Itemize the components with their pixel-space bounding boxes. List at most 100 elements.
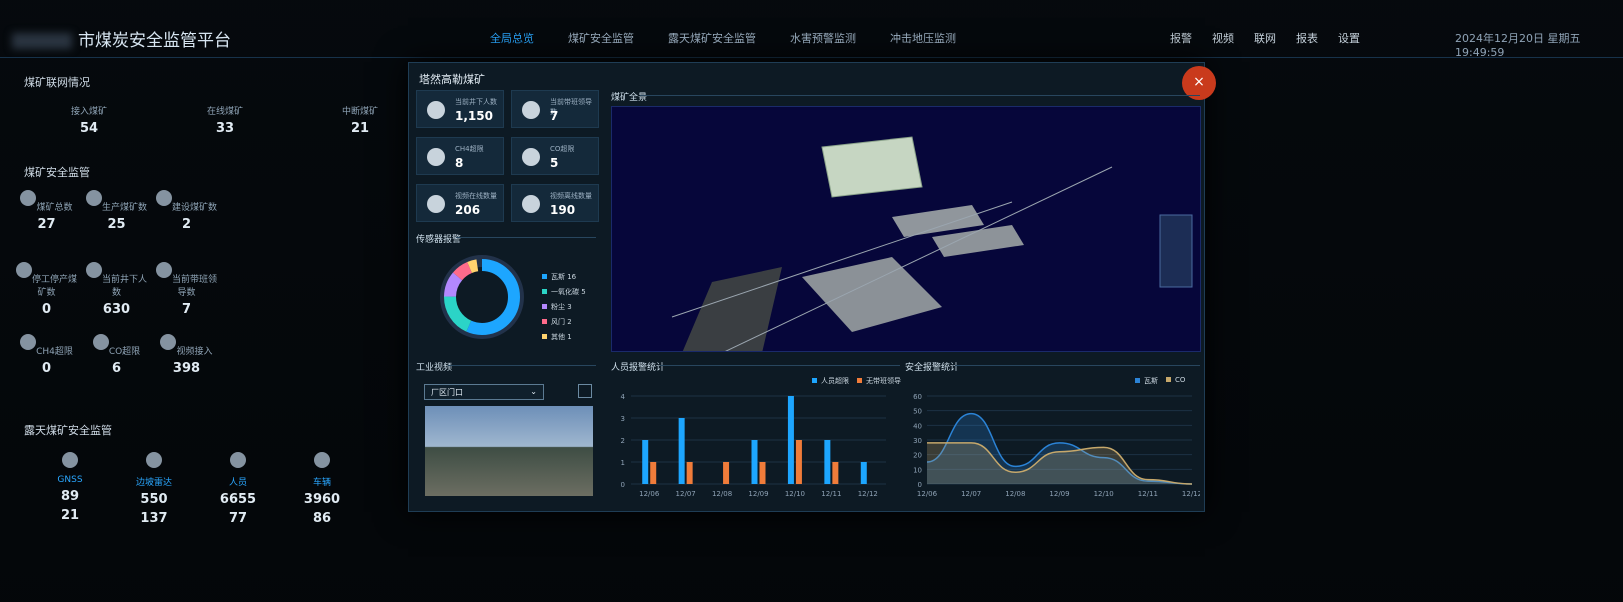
legend-item: 粉尘 3 [542, 302, 586, 312]
y-tick-label: 0 [621, 481, 625, 489]
card-video-offline: 视频离线数量 190 [511, 184, 599, 222]
bar [860, 462, 867, 484]
legend-item: 风门 2 [542, 317, 586, 327]
y-tick-label: 40 [913, 422, 922, 430]
legend-item: 瓦斯 [1135, 376, 1158, 386]
safety-legend: 瓦斯 CO [1135, 376, 1185, 386]
stat-person: 人员 6655 77 [198, 452, 278, 526]
tool-video[interactable]: 视频 [1212, 30, 1234, 46]
stat-stopped: 停工停产煤矿数 0 [14, 262, 79, 317]
top-tools: 报警 视频 联网 报表 设置 [1170, 30, 1360, 46]
stat-underground: 当前井下人数 630 [84, 262, 149, 317]
nav-water[interactable]: 水害预警监测 [790, 30, 856, 46]
people-legend: 人员超限 无带班领导 [812, 376, 901, 386]
bar [723, 462, 730, 484]
bar [795, 440, 802, 484]
y-tick-label: 50 [913, 408, 922, 416]
tool-report[interactable]: 报表 [1296, 30, 1318, 46]
video-feed[interactable] [425, 406, 593, 496]
person-icon [230, 452, 246, 468]
stat-connected: 接入煤矿 54 [70, 107, 107, 136]
bar [759, 462, 766, 484]
tool-alarm[interactable]: 报警 [1170, 30, 1192, 46]
x-tick-label: 12/12 [858, 490, 878, 498]
x-tick-label: 12/08 [712, 490, 732, 498]
scene-title: 煤矿全景 [611, 93, 648, 103]
people-bar-chart: 0 1 2 3 4 12/06 12/07 12/08 12/09 12/10 12/11 12/12 [621, 393, 886, 498]
camera-icon [522, 195, 540, 213]
ch4-icon [20, 334, 37, 350]
nav-rockburst[interactable]: 冲击地压监测 [890, 30, 956, 46]
worker-icon [522, 101, 540, 119]
legend-item: CO [1166, 376, 1185, 386]
camera-select[interactable]: 厂区门口 ⌄ [424, 384, 544, 400]
co-icon [522, 148, 540, 166]
sensor-legend: 瓦斯 16 一氧化碳 5 粉尘 3 风门 2 其他 1 [542, 272, 586, 347]
mine-diagram [671, 136, 1193, 351]
stat-video: 视频接入 398 [154, 334, 219, 376]
stat-gnss: GNSS 89 21 [30, 452, 110, 523]
sensor-donut [440, 255, 524, 339]
bar [751, 440, 758, 484]
stat-ch4: CH4超限 0 [14, 334, 79, 376]
camera-icon [427, 195, 445, 213]
nav-open-pit[interactable]: 露天煤矿安全监管 [668, 30, 756, 46]
stat-leaders: 当前带班领导数 7 [154, 262, 219, 317]
y-tick-label: 30 [913, 437, 922, 445]
truck-icon [314, 452, 330, 468]
y-tick-label: 4 [621, 393, 626, 401]
nav-overview[interactable]: 全局总览 [490, 30, 534, 46]
bar [824, 440, 831, 484]
x-tick-label: 12/06 [917, 490, 938, 498]
safety-area-chart: 0 10 20 30 40 50 60 12/06 12/07 12/08 12/09 12/10 12… [913, 393, 1200, 498]
main-nav: 全局总览 煤矿安全监管 露天煤矿安全监管 水害预警监测 冲击地压监测 [490, 30, 956, 46]
stat-co: CO超限 6 [84, 334, 149, 376]
stat-producing: 生产煤矿数 25 [84, 190, 149, 232]
x-tick-label: 12/10 [785, 490, 805, 498]
bar [678, 418, 685, 484]
modal-title: 塔然高勒煤矿 [419, 73, 485, 86]
x-tick-label: 12/11 [821, 490, 841, 498]
camera-icon [160, 334, 177, 350]
nav-mine-safety[interactable]: 煤矿安全监管 [568, 30, 634, 46]
section-mine-safety: 煤矿安全监管 [24, 166, 90, 179]
bar [642, 440, 649, 484]
stat-online: 在线煤矿 33 [206, 107, 243, 136]
datetime: 2024年12月20日 星期五 19:49:59 [1455, 32, 1581, 59]
tool-network[interactable]: 联网 [1254, 30, 1276, 46]
chevron-down-icon: ⌄ [530, 387, 537, 396]
stat-radar: 边坡雷达 550 137 [114, 452, 194, 526]
tool-settings[interactable]: 设置 [1338, 30, 1360, 46]
legend-item: 一氧化碳 5 [542, 287, 586, 297]
worker-icon [155, 262, 172, 278]
card-underground: 当前井下人数 1,150 [416, 90, 504, 128]
worker-icon [427, 101, 445, 119]
card-ch4: CH4超限 8 [416, 137, 504, 175]
divider [955, 365, 1200, 366]
mine-icon [20, 190, 37, 206]
sensor-title: 传感器报警 [416, 235, 462, 245]
bar [787, 396, 794, 484]
mine-3d-scene[interactable] [611, 106, 1201, 352]
divider [660, 365, 900, 366]
fullscreen-icon[interactable] [578, 384, 592, 398]
x-tick-label: 12/09 [748, 490, 768, 498]
card-video-online: 视频在线数量 206 [416, 184, 504, 222]
x-tick-label: 12/08 [1005, 490, 1025, 498]
stat-building: 建设煤矿数 2 [154, 190, 219, 232]
stat-offline: 中断煤矿 21 [341, 107, 378, 136]
section-open-pit: 露天煤矿安全监管 [24, 424, 112, 437]
stat-mine-total: 煤矿总数 27 [14, 190, 79, 232]
card-leaders: 当前带班领导数 7 [511, 90, 599, 128]
divider [456, 237, 596, 238]
legend-item: 瓦斯 16 [542, 272, 586, 282]
y-tick-label: 0 [918, 481, 922, 489]
x-tick-label: 12/09 [1049, 490, 1069, 498]
video-title: 工业视频 [416, 363, 453, 373]
mine-icon [85, 190, 102, 206]
y-tick-label: 2 [621, 437, 625, 445]
y-tick-label: 1 [621, 459, 625, 467]
mine-icon [155, 190, 172, 206]
brand-title: 市煤炭安全监管平台 [12, 26, 231, 51]
bar [650, 462, 657, 484]
